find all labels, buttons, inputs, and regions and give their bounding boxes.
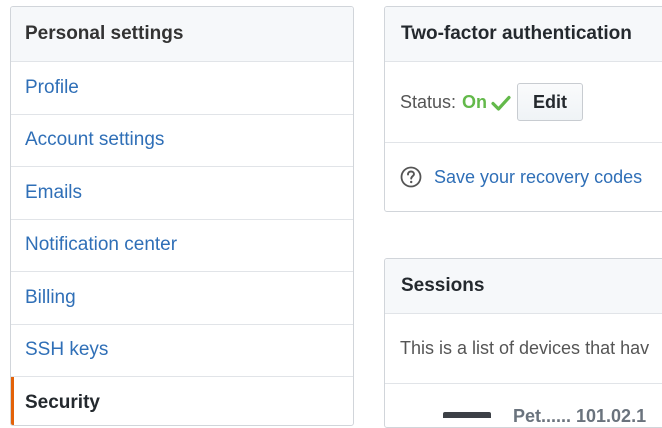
- device-icon: [443, 412, 491, 418]
- session-row[interactable]: Pet...... 101.02.1: [385, 384, 662, 426]
- sidebar-item-emails[interactable]: Emails: [11, 167, 353, 220]
- sidebar-item-billing[interactable]: Billing: [11, 272, 353, 325]
- sessions-description: This is a list of devices that hav: [385, 314, 662, 384]
- recovery-codes-row: Save your recovery codes: [385, 143, 662, 211]
- two-factor-authentication-panel: Two-factor authentication Status: On Edi…: [384, 6, 662, 212]
- edit-button[interactable]: Edit: [517, 83, 584, 121]
- sidebar-item-notification-center[interactable]: Notification center: [11, 220, 353, 272]
- sessions-title: Sessions: [385, 259, 662, 314]
- question-circle-icon: [400, 166, 422, 188]
- sidebar-header: Personal settings: [11, 7, 353, 62]
- personal-settings-sidebar: Personal settings Profile Account settin…: [10, 6, 354, 426]
- sidebar-item-profile[interactable]: Profile: [11, 62, 353, 115]
- status-value: On: [462, 91, 488, 112]
- status-label: Status:: [400, 91, 457, 112]
- sessions-panel: Sessions This is a list of devices that …: [384, 258, 662, 428]
- two-factor-status-row: Status: On Edit: [385, 62, 662, 143]
- check-icon: [491, 94, 511, 112]
- sidebar-item-ssh-keys[interactable]: SSH keys: [11, 325, 353, 377]
- sidebar-item-account-settings[interactable]: Account settings: [11, 115, 353, 167]
- sidebar-item-security[interactable]: Security: [11, 377, 353, 425]
- two-factor-title: Two-factor authentication: [385, 7, 662, 62]
- session-name: Pet...... 101.02.1: [513, 406, 647, 426]
- save-recovery-codes-link[interactable]: Save your recovery codes: [434, 167, 642, 188]
